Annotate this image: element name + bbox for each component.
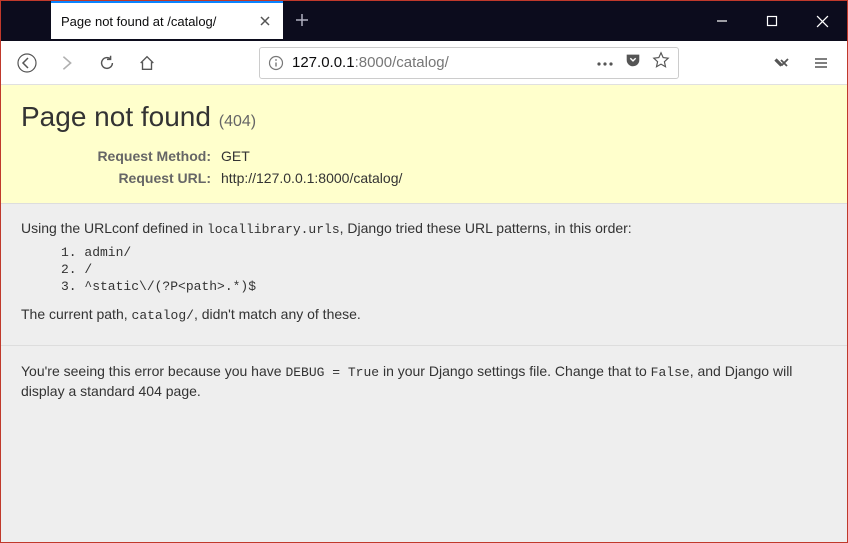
titlebar: Page not found at /catalog/ [1,1,847,41]
info-icon[interactable] [268,55,284,71]
browser-toolbar: 127.0.0.1:8000/catalog/ [1,41,847,85]
debug-explanation: You're seeing this error because you hav… [21,362,827,402]
url-pattern-list: admin/ / ^static\/(?P<path>.*)$ [61,245,827,296]
url-text[interactable]: 127.0.0.1:8000/catalog/ [292,54,596,71]
debug-code: DEBUG = True [285,365,379,380]
debug-mid: in your Django settings file. Change tha… [379,363,651,379]
close-window-button[interactable] [797,1,847,41]
minimize-button[interactable] [697,1,747,41]
meta-value: GET [221,148,250,164]
meta-row-url: Request URL: http://127.0.0.1:8000/catal… [81,167,827,189]
error-code: (404) [219,113,256,130]
error-body: Using the URLconf defined in locallibrar… [1,204,847,346]
url-port: :8000 [355,54,393,71]
page-content: Page not found (404) Request Method: GET… [1,85,847,417]
pocket-icon[interactable] [624,51,642,74]
bookmark-star-icon[interactable] [652,51,670,74]
debug-false: False [651,365,690,380]
back-button[interactable] [9,45,45,81]
nomatch-prefix: The current path, [21,306,132,322]
new-tab-button[interactable] [283,1,321,39]
intro-text: Using the URLconf defined in locallibrar… [21,220,827,237]
url-pattern-item: / [61,262,827,279]
request-meta: Request Method: GET Request URL: http://… [21,145,827,189]
url-bar-actions [596,51,670,74]
url-bar[interactable]: 127.0.0.1:8000/catalog/ [259,47,679,79]
error-title-text: Page not found [21,101,211,132]
tab-title: Page not found at /catalog/ [61,14,249,29]
tab-strip: Page not found at /catalog/ [1,1,321,41]
home-button[interactable] [129,45,165,81]
meta-label: Request URL: [81,170,221,186]
close-tab-icon[interactable] [257,13,273,29]
maximize-button[interactable] [747,1,797,41]
url-pattern-item: ^static\/(?P<path>.*)$ [61,279,827,296]
nomatch-suffix: , didn't match any of these. [194,306,361,322]
nomatch-text: The current path, catalog/, didn't match… [21,306,827,323]
error-header: Page not found (404) Request Method: GET… [1,85,847,204]
meta-label: Request Method: [81,148,221,164]
url-host: 127.0.0.1 [292,54,355,71]
intro-module: locallibrary.urls [207,222,340,237]
overflow-toolbar-button[interactable] [763,45,799,81]
reload-button[interactable] [89,45,125,81]
browser-tab[interactable]: Page not found at /catalog/ [51,1,283,39]
error-title: Page not found (404) [21,101,827,133]
meta-value: http://127.0.0.1:8000/catalog/ [221,170,402,186]
error-footer: You're seeing this error because you hav… [1,346,847,418]
intro-suffix: , Django tried these URL patterns, in th… [340,220,632,236]
debug-prefix: You're seeing this error because you hav… [21,363,285,379]
page-actions-icon[interactable] [596,54,614,72]
nomatch-path: catalog/ [132,308,194,323]
meta-row-method: Request Method: GET [81,145,827,167]
intro-prefix: Using the URLconf defined in [21,220,207,236]
forward-button[interactable] [49,45,85,81]
window-controls [697,1,847,41]
hamburger-menu-button[interactable] [803,45,839,81]
url-path: /catalog/ [392,54,449,71]
url-pattern-item: admin/ [61,245,827,262]
